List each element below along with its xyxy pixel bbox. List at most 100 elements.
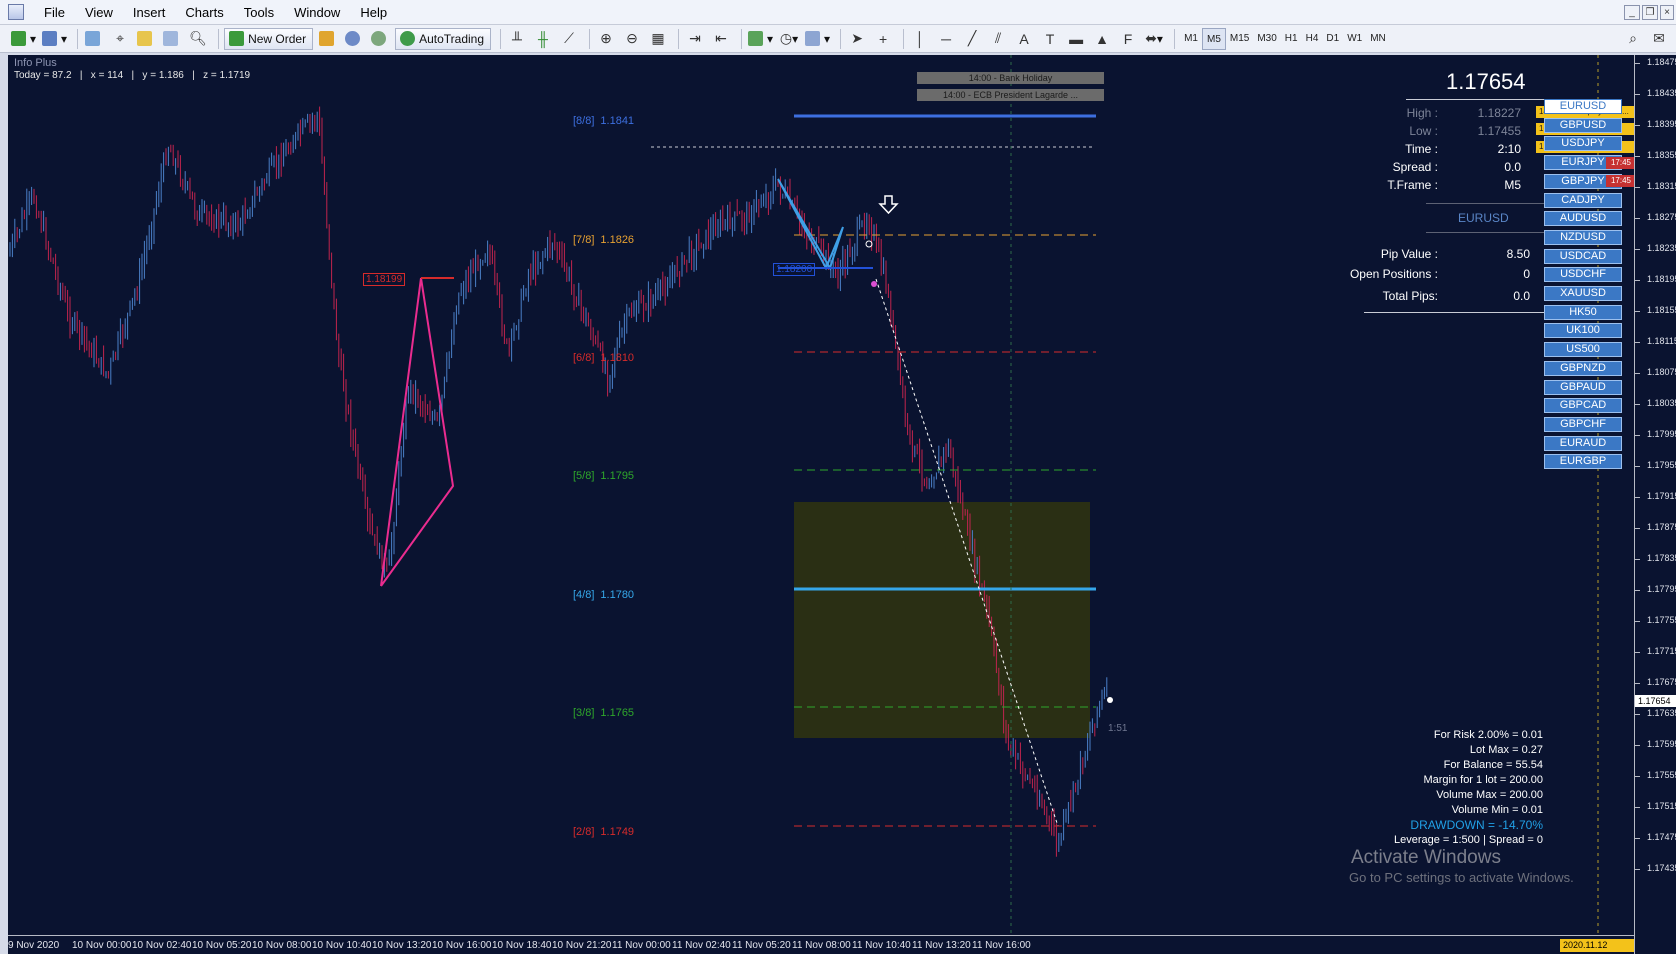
menu-charts[interactable]: Charts [175,0,233,25]
symbol-button-hk50[interactable]: HK50 [1544,304,1622,320]
chart-shift-icon[interactable]: ⇤ [710,28,732,50]
metaeditor-icon[interactable] [317,28,339,50]
minimize-icon[interactable]: _ [1624,5,1640,20]
timeframe-h4[interactable]: H4 [1302,28,1323,50]
data-window-icon[interactable]: ⌖ [109,28,131,50]
symbol-button-xauusd[interactable]: XAUUSD [1544,286,1622,301]
zoom-out-icon[interactable]: ⊖ [621,28,643,50]
close-icon[interactable]: × [1660,5,1674,20]
text-icon[interactable]: A [1013,28,1035,50]
symbol-button-eurgbp[interactable]: EURGBP [1544,454,1622,470]
cursor-icon[interactable]: ➤ [846,28,868,50]
event-bank-holiday[interactable]: 14:00 - Bank Holiday [917,72,1104,84]
pattern-blue-price-label: 1.18200 [773,263,816,276]
symbol-button-us500[interactable]: US500 [1544,342,1622,358]
line-chart-icon[interactable]: ⟋ [558,28,580,50]
menu-view[interactable]: View [75,0,123,25]
toolbar-separator [77,28,79,49]
channel-icon[interactable]: ⫽ [987,28,1009,50]
symbol-button-gbpcad[interactable]: GBPCAD [1544,398,1622,414]
symbol-button-cadjpy[interactable]: CADJPY [1544,192,1622,208]
symbol-button-usdchf[interactable]: USDCHF [1544,267,1622,283]
symbol-button-usdcad[interactable]: USDCAD [1544,248,1622,264]
chat-icon[interactable]: ✉ [1648,28,1670,50]
price-tick [1635,528,1640,529]
auto-scroll-icon[interactable]: ⇥ [684,28,706,50]
symbol-button-audusd[interactable]: AUDUSD [1544,211,1622,227]
symbol-button-nzdusd[interactable]: NZDUSD [1544,229,1622,245]
timeframe-m30[interactable]: M30 [1253,28,1280,50]
market-icon[interactable] [369,28,391,50]
timeframe-mn[interactable]: MN [1366,28,1390,50]
price-tick-label: 1.17435 [1647,863,1676,873]
terminal-icon[interactable] [161,28,183,50]
profiles-icon[interactable]: ▾ [41,28,68,50]
arrows-icon[interactable]: ⬌ ▾ [1143,28,1165,50]
menu-file[interactable]: File [34,0,75,25]
horizontal-line-icon[interactable]: ─ [935,28,957,50]
text-label-icon[interactable]: T [1039,28,1061,50]
price-tick [1635,807,1640,808]
panel-divider [1364,312,1564,313]
menu-insert[interactable]: Insert [123,0,176,25]
indicators-icon[interactable]: ▾ [747,28,774,50]
menu-bar: File View Insert Charts Tools Window Hel… [0,0,1676,25]
search-icon[interactable]: ⌕ [1622,28,1644,50]
app-icon[interactable] [8,4,24,20]
strategy-tester-icon[interactable]: 🔍︎ [187,28,209,50]
info-plus-stats: Today = 87.2 | x = 114 | y = 1.186 | z =… [14,70,251,81]
timeframe-m15[interactable]: M15 [1226,28,1253,50]
crosshair-icon[interactable]: + [872,28,894,50]
risk-margin: Margin for 1 lot = 200.00 [1423,774,1543,786]
symbol-button-uk100[interactable]: UK100 [1544,323,1622,339]
time-axis[interactable]: 2020.11.12 15:30 9 Nov 202010 Nov 00:001… [8,935,1634,954]
time-tick-label: 11 Nov 08:00 [792,940,851,951]
templates-icon[interactable]: ▾ [804,28,831,50]
level-8-8-label: [8/8] 1.1841 [573,115,635,127]
candlestick-icon[interactable]: ╫ [532,28,554,50]
timeframe-m1[interactable]: M1 [1180,28,1202,50]
new-chart-icon[interactable]: ▾ [10,28,37,50]
level-6-8-label: [6/8] 1.1810 [573,352,635,364]
rectangle-icon[interactable]: ▬ [1065,28,1087,50]
murrey-zone [794,502,1090,738]
symbol-button-gbpaud[interactable]: GBPAUD [1544,379,1622,395]
price-tick [1635,590,1640,591]
symbol-button-eurusd[interactable]: EURUSD [1544,99,1622,114]
menu-window[interactable]: Window [284,0,350,25]
price-tick-label: 1.18435 [1647,88,1676,98]
time-tick-label: 11 Nov 05:20 [732,940,791,951]
restore-icon[interactable]: ❐ [1642,5,1658,20]
symbol-button-gbpnzd[interactable]: GBPNZD [1544,360,1622,376]
triangle-icon[interactable]: ▲ [1091,28,1113,50]
menu-tools[interactable]: Tools [234,0,284,25]
timeframe-w1[interactable]: W1 [1343,28,1366,50]
timeframe-d1[interactable]: D1 [1322,28,1343,50]
menu-help[interactable]: Help [350,0,397,25]
signals-icon[interactable] [343,28,365,50]
symbol-button-gbpusd[interactable]: GBPUSD [1544,117,1622,133]
symbol-button-euraud[interactable]: EURAUD [1544,435,1622,451]
chart-window[interactable]: Info Plus Today = 87.2 | x = 114 | y = 1… [8,55,1676,954]
new-order-button[interactable]: New Order [224,27,314,50]
trendline-icon[interactable]: ╱ [961,28,983,50]
symbol-button-usdjpy[interactable]: USDJPY [1544,136,1622,152]
symbol-button-gbpchf[interactable]: GBPCHF [1544,416,1622,432]
vertical-line-icon[interactable]: │ [909,28,931,50]
price-tick-label: 1.18035 [1647,398,1676,408]
toolbar-separator [1174,28,1176,49]
periods-icon[interactable]: ◷ ▾ [778,28,800,50]
tile-windows-icon[interactable]: ▦ [647,28,669,50]
timeframe-h1[interactable]: H1 [1281,28,1302,50]
timeframe-m5[interactable]: M5 [1201,27,1226,50]
price-tick [1635,652,1640,653]
zoom-in-icon[interactable]: ⊕ [595,28,617,50]
time-cursor-label: 2020.11.12 15:30 [1560,939,1634,954]
navigator-icon[interactable] [135,28,157,50]
price-axis[interactable]: 1.17654 1.18475 1.18435 1.18395 1.18355 1.18… [1634,55,1676,954]
bar-chart-icon[interactable]: ╨ [506,28,528,50]
fibonacci-icon[interactable]: F [1117,28,1139,50]
autotrading-button[interactable]: AutoTrading [395,27,492,50]
event-ecb-lagarde[interactable]: 14:00 - ECB President Lagarde ... [917,89,1104,101]
market-watch-icon[interactable] [83,28,105,50]
